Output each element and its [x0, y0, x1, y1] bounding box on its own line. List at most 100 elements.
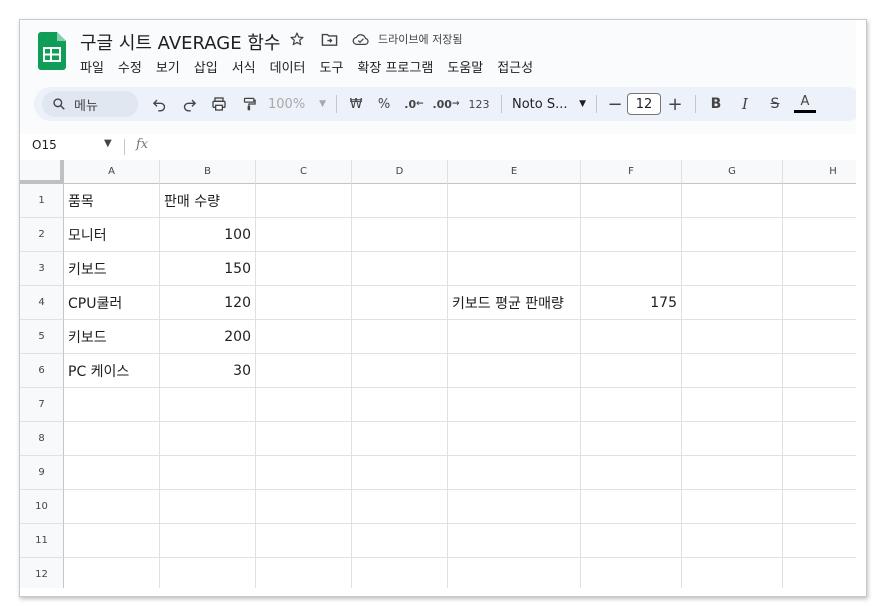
menu-extensions[interactable]: 확장 프로그램	[357, 57, 441, 76]
row-header-12[interactable]: 12	[20, 558, 64, 588]
cell-a2[interactable]: 모니터	[64, 218, 160, 252]
cell-d4[interactable]	[352, 286, 448, 320]
cell-b4[interactable]: 120	[160, 286, 256, 320]
cell-g12[interactable]	[682, 558, 783, 588]
cell-h11[interactable]	[783, 524, 856, 558]
column-header-b[interactable]: B	[160, 160, 256, 184]
cell-h2[interactable]	[783, 218, 856, 252]
cell-a7[interactable]	[64, 388, 160, 422]
cell-e11[interactable]	[448, 524, 581, 558]
cell-f5[interactable]	[581, 320, 682, 354]
cell-e5[interactable]	[448, 320, 581, 354]
cell-d9[interactable]	[352, 456, 448, 490]
cell-b7[interactable]	[160, 388, 256, 422]
undo-button[interactable]	[144, 91, 174, 117]
cell-f4[interactable]: 175	[581, 286, 682, 320]
decrease-font-size-button[interactable]: −	[603, 91, 627, 117]
cell-g10[interactable]	[682, 490, 783, 524]
cell-e8[interactable]	[448, 422, 581, 456]
cell-e2[interactable]	[448, 218, 581, 252]
row-header-8[interactable]: 8	[20, 422, 64, 456]
cell-h4[interactable]	[783, 286, 856, 320]
menu-search[interactable]: 메뉴	[42, 91, 138, 117]
cell-g4[interactable]	[682, 286, 783, 320]
cell-g3[interactable]	[682, 252, 783, 286]
menu-help[interactable]: 도움말	[447, 57, 491, 76]
cell-c7[interactable]	[256, 388, 352, 422]
redo-button[interactable]	[174, 91, 204, 117]
cell-d11[interactable]	[352, 524, 448, 558]
star-icon[interactable]	[288, 30, 306, 48]
cell-h7[interactable]	[783, 388, 856, 422]
cell-d1[interactable]	[352, 184, 448, 218]
cell-b11[interactable]	[160, 524, 256, 558]
text-color-button[interactable]: A	[790, 91, 820, 117]
cell-a3[interactable]: 키보드	[64, 252, 160, 286]
row-header-5[interactable]: 5	[20, 320, 64, 354]
cell-h6[interactable]	[783, 354, 856, 388]
cell-d12[interactable]	[352, 558, 448, 588]
cell-c8[interactable]	[256, 422, 352, 456]
cell-a1[interactable]: 품목	[64, 184, 160, 218]
cell-a6[interactable]: PC 케이스	[64, 354, 160, 388]
cell-h12[interactable]	[783, 558, 856, 588]
cell-f11[interactable]	[581, 524, 682, 558]
menu-insert[interactable]: 삽입	[194, 57, 226, 76]
cell-c6[interactable]	[256, 354, 352, 388]
column-header-f[interactable]: F	[581, 160, 682, 184]
cell-e9[interactable]	[448, 456, 581, 490]
sheets-logo-icon[interactable]	[38, 32, 66, 70]
cell-b2[interactable]: 100	[160, 218, 256, 252]
italic-button[interactable]: I	[730, 91, 760, 117]
cell-e7[interactable]	[448, 388, 581, 422]
cell-f1[interactable]	[581, 184, 682, 218]
row-header-10[interactable]: 10	[20, 490, 64, 524]
cell-b12[interactable]	[160, 558, 256, 588]
cell-h9[interactable]	[783, 456, 856, 490]
menu-view[interactable]: 보기	[156, 57, 188, 76]
column-header-c[interactable]: C	[256, 160, 352, 184]
cell-a12[interactable]	[64, 558, 160, 588]
increase-decimal-button[interactable]: .00 →	[429, 91, 463, 117]
cell-h5[interactable]	[783, 320, 856, 354]
row-header-2[interactable]: 2	[20, 218, 64, 252]
document-title[interactable]: 구글 시트 AVERAGE 함수	[80, 29, 280, 55]
cell-b1[interactable]: 판매 수량	[160, 184, 256, 218]
cell-c3[interactable]	[256, 252, 352, 286]
cell-g6[interactable]	[682, 354, 783, 388]
cell-d6[interactable]	[352, 354, 448, 388]
select-all-corner[interactable]	[20, 160, 64, 184]
row-header-9[interactable]: 9	[20, 456, 64, 490]
font-select[interactable]: Noto S... ▼	[508, 91, 590, 117]
cell-g8[interactable]	[682, 422, 783, 456]
cell-f12[interactable]	[581, 558, 682, 588]
print-button[interactable]	[204, 91, 234, 117]
currency-format-button[interactable]: ₩	[343, 91, 369, 117]
cell-d2[interactable]	[352, 218, 448, 252]
cell-b3[interactable]: 150	[160, 252, 256, 286]
menu-accessibility[interactable]: 접근성	[497, 57, 541, 76]
cell-f6[interactable]	[581, 354, 682, 388]
column-header-h[interactable]: H	[783, 160, 856, 184]
cell-c9[interactable]	[256, 456, 352, 490]
percent-format-button[interactable]: %	[369, 91, 399, 117]
cell-d10[interactable]	[352, 490, 448, 524]
cell-b5[interactable]: 200	[160, 320, 256, 354]
cell-d3[interactable]	[352, 252, 448, 286]
column-header-e[interactable]: E	[448, 160, 581, 184]
cell-a5[interactable]: 키보드	[64, 320, 160, 354]
cell-g2[interactable]	[682, 218, 783, 252]
cell-e3[interactable]	[448, 252, 581, 286]
cell-d5[interactable]	[352, 320, 448, 354]
font-size-input[interactable]: 12	[627, 93, 661, 115]
row-header-3[interactable]: 3	[20, 252, 64, 286]
cell-c10[interactable]	[256, 490, 352, 524]
row-header-6[interactable]: 6	[20, 354, 64, 388]
cell-e12[interactable]	[448, 558, 581, 588]
cell-a8[interactable]	[64, 422, 160, 456]
strikethrough-button[interactable]: S	[760, 91, 790, 117]
cell-b9[interactable]	[160, 456, 256, 490]
menu-tools[interactable]: 도구	[320, 57, 352, 76]
cell-f9[interactable]	[581, 456, 682, 490]
cell-d7[interactable]	[352, 388, 448, 422]
